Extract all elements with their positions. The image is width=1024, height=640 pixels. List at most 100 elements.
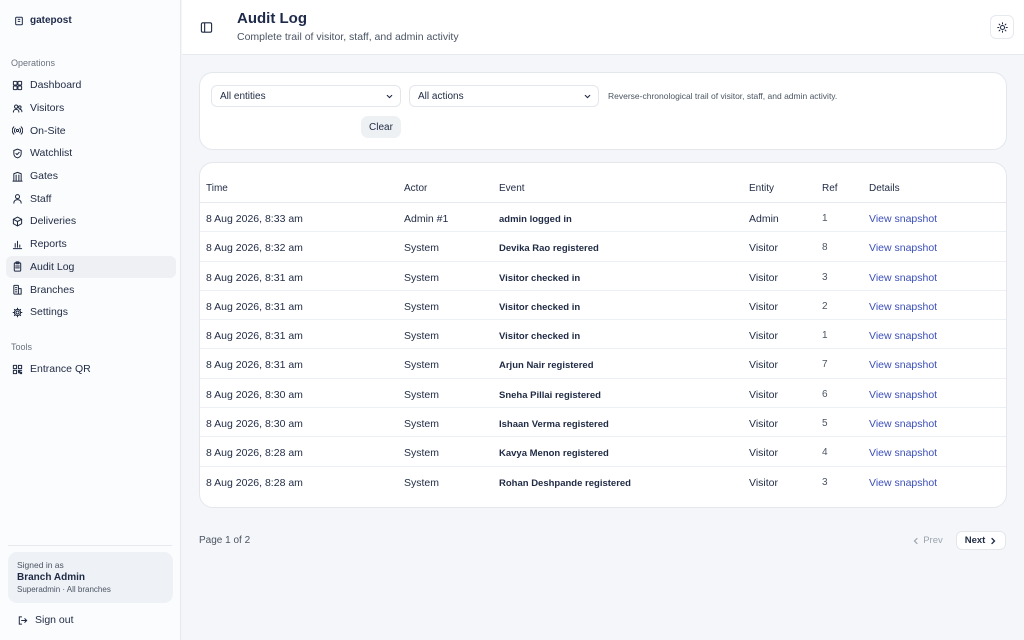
- column-header-details: Details: [869, 183, 900, 194]
- cell-event: Sneha Pillai registered: [499, 389, 601, 401]
- sidebar-item-watchlist[interactable]: Watchlist: [6, 142, 176, 165]
- page-header: Audit Log Complete trail of visitor, sta…: [182, 0, 1024, 55]
- cell-event: admin logged in: [499, 214, 572, 225]
- chevron-down-icon: [386, 94, 393, 99]
- view-snapshot-link[interactable]: View snapshot: [869, 447, 937, 459]
- entity-filter-select[interactable]: All entities: [211, 85, 401, 107]
- cell-event: Visitor checked in: [499, 331, 581, 343]
- sidebar-item-visitors[interactable]: Visitors: [6, 97, 176, 120]
- column-header-event: Event: [499, 183, 525, 194]
- sidebar-item-on-site[interactable]: On-Site: [6, 119, 176, 142]
- cell-ref: 1: [822, 330, 828, 342]
- cell-event: Visitor checked in: [499, 301, 581, 313]
- view-snapshot-link[interactable]: View snapshot: [869, 242, 937, 254]
- cell-event: Rohan Deshpande registered: [499, 477, 631, 489]
- brand-name: gatepost: [30, 15, 72, 26]
- cell-ref: 7: [822, 359, 828, 371]
- table-row: 8 Aug 2026, 8:31 am System Visitor checked…: [200, 320, 1006, 350]
- view-snapshot-link[interactable]: View snapshot: [869, 330, 937, 342]
- sidebar-item-label: Branches: [30, 283, 75, 296]
- table-row: 8 Aug 2026, 8:31 am System Visitor checked…: [200, 262, 1006, 291]
- building-logo-icon: [15, 16, 23, 25]
- column-header-entity: Entity: [749, 183, 775, 194]
- signed-in-label: Signed in as: [17, 560, 64, 570]
- package-icon: [12, 216, 23, 227]
- cell-entity: Visitor: [749, 359, 778, 372]
- cell-event: Kavya Menon registered: [499, 448, 609, 460]
- chevron-down-icon: [584, 94, 591, 99]
- next-label: Next: [964, 535, 986, 546]
- view-snapshot-link[interactable]: View snapshot: [869, 359, 937, 371]
- shield-icon: [13, 148, 22, 159]
- cell-actor: System: [404, 476, 440, 489]
- cell-entity: Admin: [749, 213, 779, 225]
- table-row: 8 Aug 2026, 8:30 am System Ishaan Verma re…: [200, 408, 1006, 438]
- view-snapshot-link[interactable]: View snapshot: [869, 418, 937, 430]
- cell-time: 8 Aug 2026, 8:33 am: [206, 213, 303, 225]
- chevron-left-icon: [913, 537, 918, 544]
- cell-actor: System: [404, 300, 440, 313]
- theme-toggle-button[interactable]: [990, 15, 1014, 39]
- cell-actor: System: [404, 418, 440, 431]
- operations-nav: Dashboard Visitors On-Site Watchlist Gates St…: [6, 74, 176, 324]
- sidebar-item-label: Reports: [30, 238, 67, 251]
- sidebar-item-deliveries[interactable]: Deliveries: [6, 210, 176, 233]
- sidebar-item-label: Dashboard: [30, 79, 82, 92]
- cell-entity: Visitor: [749, 271, 778, 284]
- sidebar-item-branches[interactable]: Branches: [6, 278, 176, 301]
- sign-out-button[interactable]: Sign out: [17, 614, 74, 626]
- action-filter-value: All actions: [418, 90, 464, 102]
- cell-time: 8 Aug 2026, 8:28 am: [206, 447, 303, 460]
- view-snapshot-link[interactable]: View snapshot: [869, 301, 937, 313]
- view-snapshot-link[interactable]: View snapshot: [869, 213, 937, 225]
- table-row: 8 Aug 2026, 8:31 am System Arjun Nair regi…: [200, 349, 1006, 379]
- dashboard-icon: [12, 80, 23, 90]
- building-icon: [13, 284, 22, 295]
- view-snapshot-link[interactable]: View snapshot: [869, 272, 937, 284]
- sidebar-item-dashboard[interactable]: Dashboard: [6, 74, 176, 97]
- cell-ref: 3: [822, 271, 828, 283]
- sidebar-item-label: Staff: [30, 192, 52, 205]
- sidebar-item-entrance-qr[interactable]: Entrance QR: [6, 358, 176, 381]
- view-snapshot-link[interactable]: View snapshot: [869, 477, 937, 489]
- cell-time: 8 Aug 2026, 8:30 am: [206, 418, 303, 431]
- gate-icon: [12, 171, 23, 182]
- sidebar-item-label: Gates: [30, 170, 59, 183]
- prev-label: Prev: [923, 535, 943, 546]
- sidebar-item-staff[interactable]: Staff: [6, 187, 176, 210]
- view-snapshot-link[interactable]: View snapshot: [869, 389, 937, 401]
- sidebar-item-audit-log[interactable]: Audit Log: [6, 255, 176, 279]
- entity-filter-value: All entities: [220, 90, 266, 102]
- cell-entity: Visitor: [749, 242, 778, 255]
- column-header-time: Time: [206, 183, 228, 194]
- action-filter-select[interactable]: All actions: [409, 85, 599, 107]
- cell-actor: System: [404, 330, 440, 343]
- qr-icon: [12, 364, 23, 374]
- clear-filters-button[interactable]: Clear: [361, 116, 401, 138]
- sidebar-item-label: Entrance QR: [30, 363, 91, 376]
- sidebar-toggle-icon[interactable]: [200, 21, 213, 34]
- cell-time: 8 Aug 2026, 8:31 am: [206, 359, 303, 372]
- cell-ref: 3: [822, 476, 828, 488]
- brand-logo[interactable]: gatepost: [14, 15, 72, 26]
- cell-entity: Visitor: [749, 388, 778, 401]
- account-role: Superadmin · All branches: [17, 585, 111, 594]
- sidebar-item-gates[interactable]: Gates: [6, 165, 176, 188]
- sidebar-item-settings[interactable]: Settings: [6, 301, 176, 324]
- sidebar-item-reports[interactable]: Reports: [6, 233, 176, 256]
- prev-page-button[interactable]: Prev: [905, 531, 950, 550]
- bar-chart-icon: [12, 240, 23, 249]
- chevron-right-icon: [991, 537, 996, 544]
- cell-event: Visitor checked in: [499, 272, 581, 284]
- sidebar-item-label: Deliveries: [30, 215, 77, 228]
- table-body: 8 Aug 2026, 8:33 am Admin #1 admin logged …: [200, 203, 1006, 496]
- broadcast-icon: [12, 126, 23, 135]
- next-page-button[interactable]: Next: [956, 531, 1006, 550]
- cell-actor: System: [404, 242, 440, 255]
- page-title: Audit Log: [237, 10, 307, 27]
- cell-entity: Visitor: [749, 300, 778, 313]
- cell-entity: Visitor: [749, 476, 778, 489]
- operations-section-label: Operations: [11, 58, 56, 68]
- sidebar-item-label: Watchlist: [30, 147, 73, 160]
- column-header-ref: Ref: [822, 183, 838, 194]
